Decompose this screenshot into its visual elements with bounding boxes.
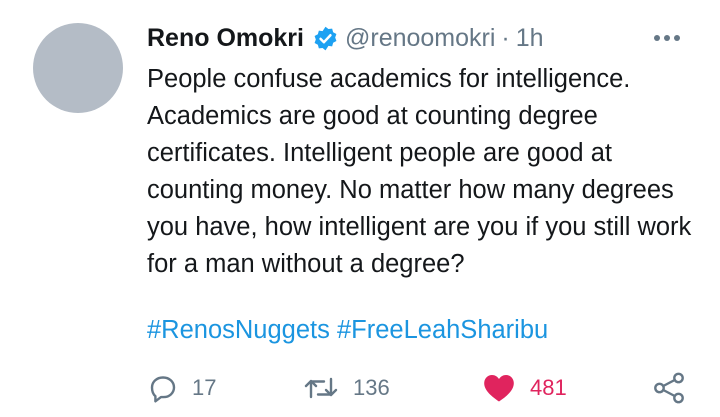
retweet-count: 136 <box>353 375 390 400</box>
heart-icon <box>482 373 516 403</box>
share-icon <box>652 371 686 405</box>
reply-button[interactable]: 17 <box>148 368 216 408</box>
hashtag-list: #RenosNuggets #FreeLeahSharibu <box>147 312 548 349</box>
tweet-header: Reno Omokri @renoomokri · 1h <box>147 20 544 56</box>
like-button[interactable]: 481 <box>482 368 567 408</box>
reply-count: 17 <box>192 375 217 400</box>
more-options-icon[interactable] <box>650 28 684 48</box>
tweet-card[interactable]: Reno Omokri @renoomokri · 1h People conf… <box>0 0 720 417</box>
author-name[interactable]: Reno Omokri <box>147 24 304 53</box>
retweet-icon <box>303 373 339 403</box>
reply-icon <box>148 373 178 403</box>
tweet-timestamp[interactable]: 1h <box>516 24 544 53</box>
tweet-actions: 17 136 481 <box>0 368 720 408</box>
tweet-text: People confuse academics for intelligenc… <box>147 65 692 278</box>
hashtag-link[interactable]: #FreeLeahSharibu <box>337 316 548 344</box>
share-button[interactable] <box>652 368 686 408</box>
separator-dot: · <box>501 23 510 52</box>
like-count: 481 <box>530 375 567 400</box>
author-handle[interactable]: @renoomokri <box>345 24 495 53</box>
hashtag-link[interactable]: #RenosNuggets <box>147 316 330 344</box>
verified-badge-icon <box>312 25 339 52</box>
retweet-button[interactable]: 136 <box>303 368 390 408</box>
avatar[interactable] <box>33 23 123 113</box>
